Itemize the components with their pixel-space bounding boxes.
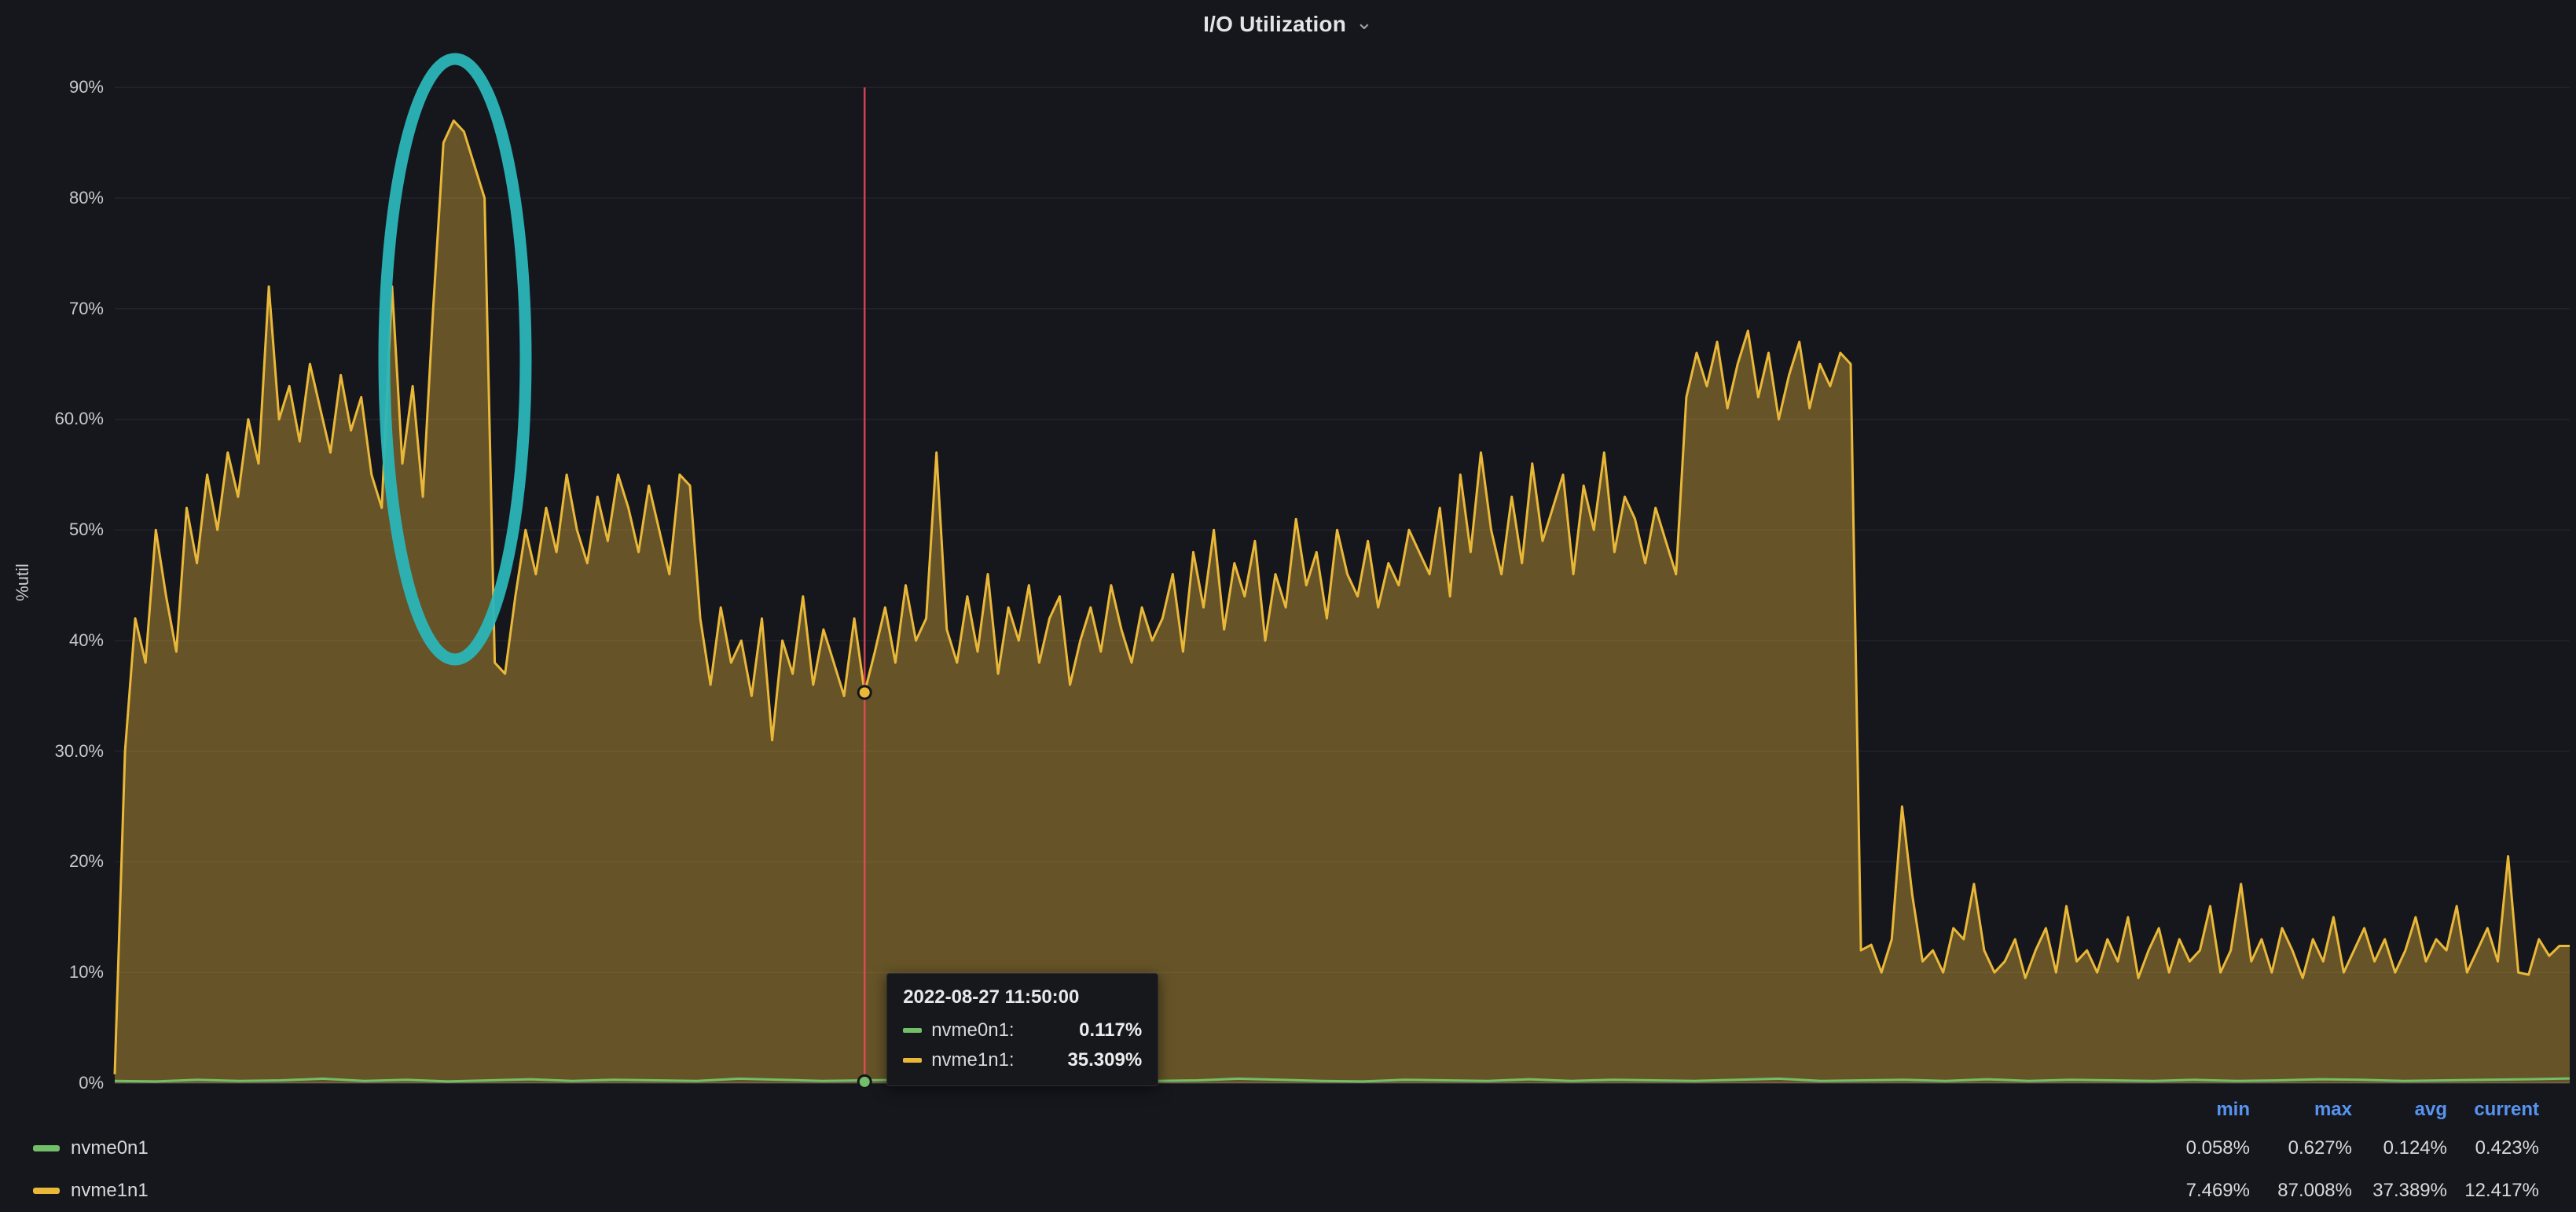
y-axis: 90% 80% 70% 60.0% 50% 40% 30.0% 20% 10% 0% [0,0,110,1212]
panel-header: I/O Utilization ⌄ [0,0,2576,49]
legend-series-nvme0n1[interactable]: nvme0n1 [0,1137,2140,1159]
legend-series-nvme1n1[interactable]: nvme1n1 [0,1180,2140,1202]
y-tick-label: 10% [0,962,104,982]
tooltip-series-name: nvme1n1: [931,1049,1014,1071]
y-tick-label: 60.0% [0,409,104,429]
tooltip-row: nvme1n1: 35.309% [903,1049,1142,1071]
tooltip-timestamp: 2022-08-27 11:50:00 [903,986,1142,1008]
legend-min-value: 0.058% [2140,1137,2250,1159]
legend-col-current[interactable]: current [2447,1099,2539,1121]
legend-avg-value: 0.124% [2352,1137,2447,1159]
y-tick-label: 50% [0,520,104,540]
panel-title[interactable]: I/O Utilization [1203,12,1346,37]
y-tick-label: 0% [0,1073,104,1093]
y-tick-label: 30.0% [0,741,104,762]
series-color-swatch-icon [33,1188,60,1194]
chart-svg[interactable] [0,0,2576,1212]
legend-row-nvme0n1: nvme0n1 0.058% 0.627% 0.124% 0.423% [0,1127,2539,1170]
grafana-panel: I/O Utilization ⌄ %util 90%80%70%60.0%50… [0,0,2576,1212]
legend: min max avg current nvme0n1 0.058% 0.627… [0,1093,2576,1212]
series-color-swatch-icon [903,1058,922,1063]
y-tick-label: 70% [0,299,104,319]
legend-col-min[interactable]: min [2140,1099,2250,1121]
tooltip-series-value: 0.117% [1079,1019,1142,1041]
legend-max-value: 0.627% [2250,1137,2352,1159]
legend-min-value: 7.469% [2140,1180,2250,1202]
tooltip-row: nvme0n1: 0.117% [903,1019,1142,1041]
legend-col-avg[interactable]: avg [2352,1099,2447,1121]
series-color-swatch-icon [903,1028,922,1033]
legend-max-value: 87.008% [2250,1180,2352,1202]
y-tick-label: 20% [0,851,104,872]
legend-series-label: nvme1n1 [71,1180,149,1202]
legend-current-value: 0.423% [2447,1137,2539,1159]
y-tick-label: 40% [0,630,104,651]
chevron-down-icon[interactable]: ⌄ [1356,12,1373,32]
y-tick-label: 80% [0,188,104,208]
tooltip-series-value: 35.309% [1067,1049,1142,1071]
legend-col-max[interactable]: max [2250,1099,2352,1121]
tooltip-series-name: nvme0n1: [931,1019,1014,1041]
y-tick-label: 90% [0,77,104,97]
legend-avg-value: 37.389% [2352,1180,2447,1202]
legend-header: min max avg current [0,1093,2539,1127]
legend-current-value: 12.417% [2447,1180,2539,1202]
legend-series-label: nvme0n1 [71,1137,149,1159]
hover-tooltip: 2022-08-27 11:50:00 nvme0n1: 0.117% nvme… [886,973,1158,1086]
legend-row-nvme1n1: nvme1n1 7.469% 87.008% 37.389% 12.417% [0,1170,2539,1212]
hover-point [858,686,871,699]
series-color-swatch-icon [33,1145,60,1151]
hover-point [858,1075,871,1088]
